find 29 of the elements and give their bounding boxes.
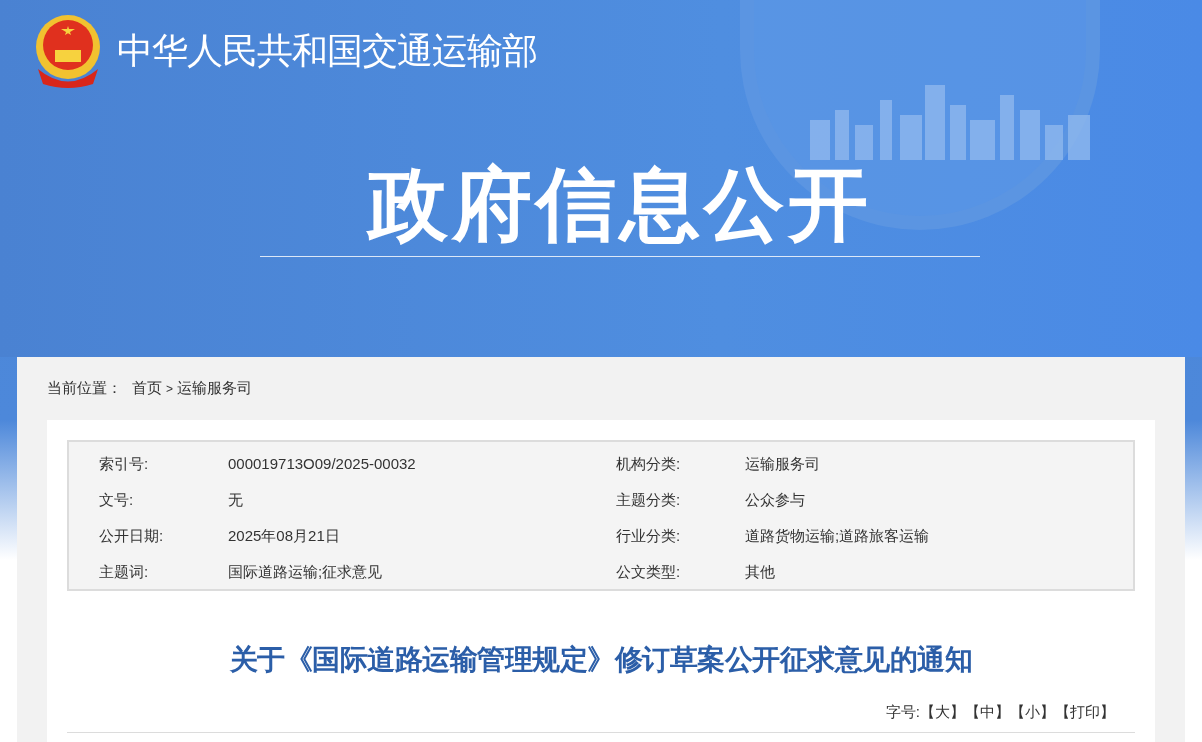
breadcrumb-label: 当前位置： bbox=[47, 378, 122, 399]
info-value: 道路货物运输;道路旅客运输 bbox=[745, 525, 930, 546]
font-size-label: 字号: bbox=[885, 702, 920, 722]
info-value: 无 bbox=[228, 489, 243, 510]
font-size-link[interactable]: 【大】 bbox=[920, 701, 965, 724]
breadcrumb-separator: > bbox=[166, 380, 173, 398]
info-label: 公文类型: bbox=[616, 561, 682, 582]
article-title: 关于《国际道路运输管理规定》修订草案公开征求意见的通知 bbox=[228, 643, 974, 677]
info-label: 机构分类: bbox=[616, 453, 682, 474]
font-size-link[interactable]: 【打印】 bbox=[1055, 701, 1115, 724]
info-value: 其他 bbox=[745, 561, 775, 582]
breadcrumb-link[interactable]: 首页 bbox=[132, 377, 162, 400]
breadcrumb-link[interactable]: 运输服务司 bbox=[177, 377, 252, 400]
info-label: 索引号: bbox=[99, 453, 150, 474]
info-value: 国际道路运输;征求意见 bbox=[228, 561, 383, 582]
info-value: 2025年08月21日 bbox=[228, 525, 340, 546]
info-label: 主题分类: bbox=[616, 489, 682, 510]
site-title: 中华人民共和国交通运输部 bbox=[117, 29, 537, 73]
national-emblem-icon bbox=[33, 14, 103, 88]
info-value: 公众参与 bbox=[745, 489, 805, 510]
info-value: 000019713O09/2025-00032 bbox=[228, 453, 416, 474]
info-label: 主题词: bbox=[99, 561, 150, 582]
info-value: 运输服务司 bbox=[745, 453, 820, 474]
info-label: 行业分类: bbox=[616, 525, 682, 546]
banner-title: 政府信息公开 bbox=[368, 160, 872, 250]
font-size-link[interactable]: 【小】 bbox=[1010, 701, 1055, 724]
font-size-link[interactable]: 【中】 bbox=[965, 701, 1010, 724]
info-label: 公开日期: bbox=[99, 525, 165, 546]
info-label: 文号: bbox=[99, 489, 135, 510]
